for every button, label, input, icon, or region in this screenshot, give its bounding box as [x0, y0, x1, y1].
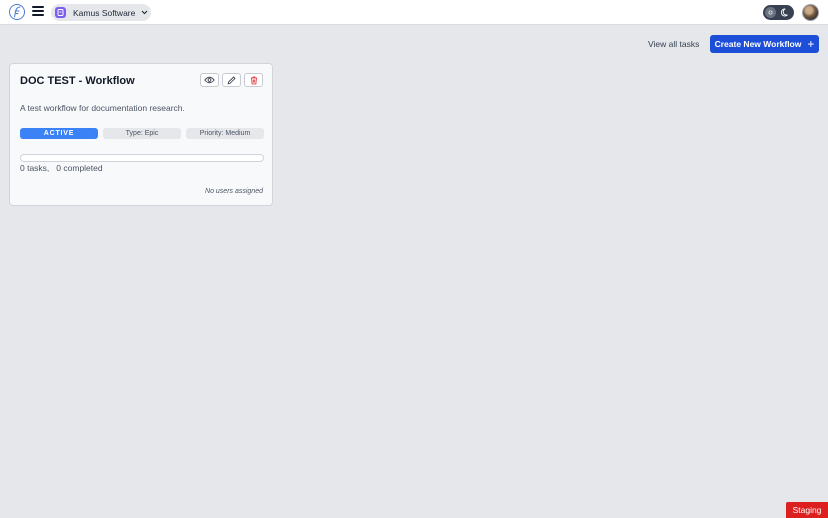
theme-toggle[interactable]	[763, 5, 794, 20]
create-workflow-label: Create New Workflow	[714, 39, 802, 49]
create-new-workflow-button[interactable]: Create New Workflow +	[710, 35, 819, 53]
trash-icon	[250, 76, 257, 84]
delete-workflow-button[interactable]	[244, 73, 263, 87]
completed-count: 0 completed	[56, 163, 103, 173]
pencil-icon	[227, 75, 236, 84]
workflow-description: A test workflow for documentation resear…	[20, 103, 185, 113]
workflow-progress-bar	[20, 154, 264, 162]
priority-badge: Priority: Medium	[186, 128, 264, 139]
edit-workflow-button[interactable]	[222, 73, 241, 87]
plus-icon: +	[807, 37, 815, 51]
organization-name: Kamus Software	[73, 7, 136, 18]
task-counts: 0 tasks, 0 completed	[20, 163, 103, 173]
type-badge: Type: Epic	[103, 128, 181, 139]
hamburger-menu-icon[interactable]	[32, 6, 44, 18]
feather-logo-icon[interactable]	[9, 4, 25, 20]
chevron-down-icon	[141, 10, 148, 15]
workflow-title: DOC TEST - Workflow	[20, 75, 135, 87]
user-avatar[interactable]	[802, 4, 819, 21]
view-workflow-button[interactable]	[200, 73, 219, 87]
tasks-count: 0 tasks,	[20, 163, 50, 173]
view-all-tasks-link[interactable]: View all tasks	[648, 39, 699, 49]
status-badge: ACTIVE	[20, 128, 98, 139]
sun-icon	[765, 7, 776, 18]
moon-icon	[781, 8, 790, 17]
top-navbar: Kamus Software	[0, 0, 828, 25]
environment-badge: Staging	[786, 502, 828, 518]
eye-icon	[204, 76, 215, 84]
workflow-card[interactable]: DOC TEST - Workflow A test workflow for …	[9, 63, 273, 206]
assigned-users-text: No users assigned	[205, 188, 263, 195]
organization-switcher[interactable]: Kamus Software	[51, 4, 151, 21]
org-badge-icon	[55, 7, 66, 18]
